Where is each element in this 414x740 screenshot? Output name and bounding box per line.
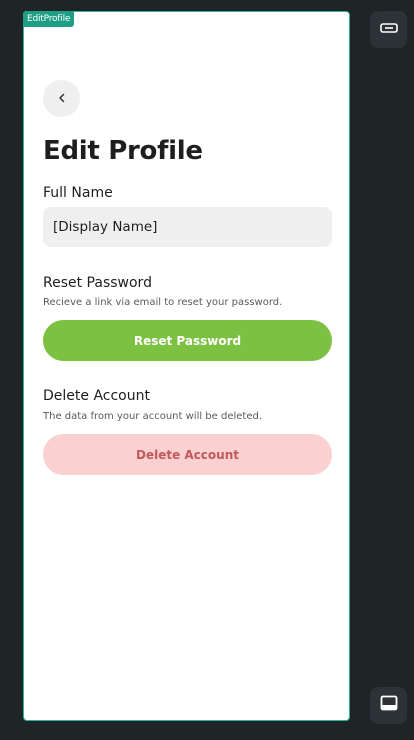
reset-password-heading: Reset Password <box>43 275 152 291</box>
device-frame <box>23 11 350 721</box>
delete-account-description: The data from your account will be delet… <box>43 411 263 422</box>
keyboard-icon <box>379 21 398 39</box>
page-title: Edit Profile <box>43 136 203 166</box>
delete-account-heading: Delete Account <box>43 388 150 404</box>
frame-tag: EditProfile <box>23 11 75 27</box>
keyboard-toggle-button[interactable] <box>370 11 407 48</box>
reset-password-description: Recieve a link via email to reset your p… <box>43 297 283 308</box>
delete-account-button[interactable]: Delete Account <box>43 434 332 475</box>
panel-toggle-button[interactable] <box>370 687 407 724</box>
chevron-left-icon <box>57 90 67 108</box>
panel-bottom-icon <box>380 695 398 716</box>
reset-password-button[interactable]: Reset Password <box>43 320 332 361</box>
full-name-label: Full Name <box>43 185 113 201</box>
full-name-input[interactable] <box>43 207 332 247</box>
back-button[interactable] <box>43 80 80 117</box>
